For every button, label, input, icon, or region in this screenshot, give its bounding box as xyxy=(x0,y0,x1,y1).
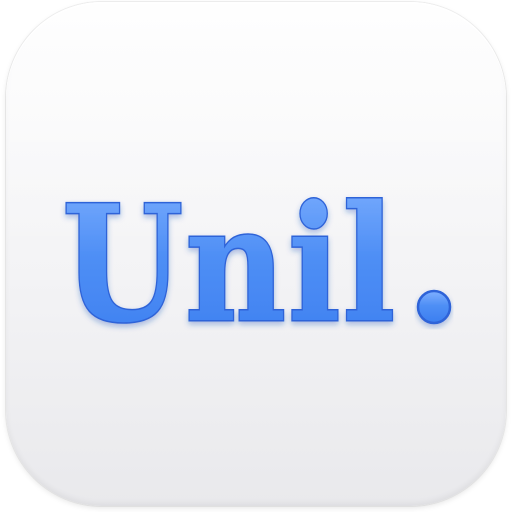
wordmark: Unil . xyxy=(6,2,452,360)
screen: Unil . xyxy=(0,0,512,512)
wordmark-letters: Unil xyxy=(62,170,397,358)
wordmark-dot-char: . xyxy=(6,2,7,3)
wordmark-text: Unil xyxy=(62,170,397,358)
app-icon[interactable]: Unil . xyxy=(6,2,506,506)
wordmark-dot xyxy=(416,289,452,325)
